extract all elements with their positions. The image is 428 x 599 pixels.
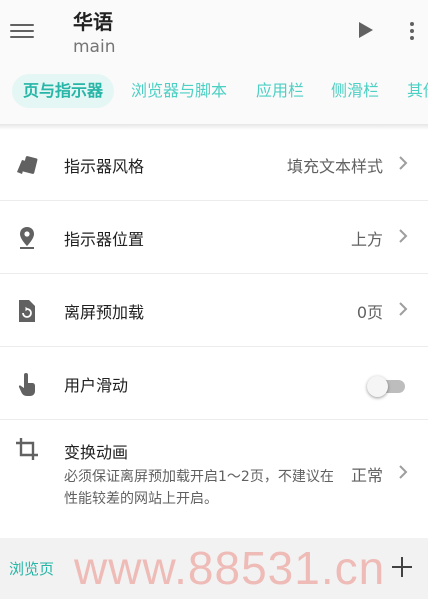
setting-transition-animation[interactable]: 变换动画 必须保证离屏预加载开启1～2页，不建议在性能较差的网站上开启。 正常 bbox=[0, 420, 428, 538]
tab-app-bar[interactable]: 应用栏 bbox=[256, 74, 304, 108]
tab-browser-script[interactable]: 浏览器与脚本 bbox=[131, 74, 227, 108]
app-title: 华语 bbox=[73, 10, 113, 34]
touch-hand-icon bbox=[18, 373, 35, 396]
watermark: www.88531.cn bbox=[74, 542, 386, 594]
tab-pages-indicator[interactable]: 页与指示器 bbox=[12, 74, 115, 108]
chevron-right-icon bbox=[399, 156, 408, 170]
setting-user-swipe[interactable]: 用户滑动 bbox=[0, 347, 428, 420]
chevron-right-icon bbox=[399, 229, 408, 243]
browse-page-tab[interactable]: 浏览页 bbox=[9, 558, 54, 579]
setting-value: 上方 bbox=[350, 230, 383, 249]
location-pin-icon bbox=[20, 227, 34, 249]
user-swipe-toggle[interactable] bbox=[367, 374, 405, 397]
tab-bar: 页与指示器 浏览器与脚本 应用栏 侧滑栏 其他 bbox=[0, 66, 428, 124]
setting-value: 0页 bbox=[356, 303, 383, 322]
tab-other[interactable]: 其他 bbox=[407, 74, 428, 108]
app-subtitle: main bbox=[73, 37, 116, 57]
play-icon[interactable] bbox=[359, 22, 373, 38]
file-refresh-icon bbox=[19, 300, 35, 322]
tab-drawer[interactable]: 侧滑栏 bbox=[331, 74, 379, 108]
crop-icon bbox=[16, 438, 38, 460]
setting-indicator-style[interactable]: 指示器风格 填充文本样式 bbox=[0, 128, 428, 201]
setting-description: 必须保证离屏预加载开启1～2页，不建议在性能较差的网站上开启。 bbox=[64, 469, 334, 507]
setting-indicator-position[interactable]: 指示器位置 上方 bbox=[0, 201, 428, 274]
settings-list: 指示器风格 填充文本样式 指示器位置 上方 离屏预加载 0页 用户滑动 变换动画… bbox=[0, 128, 428, 538]
chevron-right-icon bbox=[399, 465, 408, 479]
more-vert-icon[interactable] bbox=[410, 22, 416, 42]
add-icon[interactable] bbox=[392, 557, 412, 577]
setting-value: 正常 bbox=[350, 466, 383, 485]
setting-label: 变换动画 bbox=[64, 443, 129, 462]
setting-label: 指示器位置 bbox=[64, 230, 145, 249]
setting-value: 填充文本样式 bbox=[286, 157, 383, 176]
setting-label: 离屏预加载 bbox=[64, 303, 145, 322]
menu-icon[interactable] bbox=[10, 20, 34, 42]
chevron-right-icon bbox=[399, 302, 408, 316]
setting-label: 用户滑动 bbox=[64, 376, 129, 395]
setting-offscreen-preload[interactable]: 离屏预加载 0页 bbox=[0, 274, 428, 347]
setting-label: 指示器风格 bbox=[64, 157, 145, 176]
cards-icon bbox=[17, 156, 38, 174]
app-bar: 华语 main bbox=[0, 0, 428, 66]
toggle-thumb bbox=[367, 376, 388, 397]
